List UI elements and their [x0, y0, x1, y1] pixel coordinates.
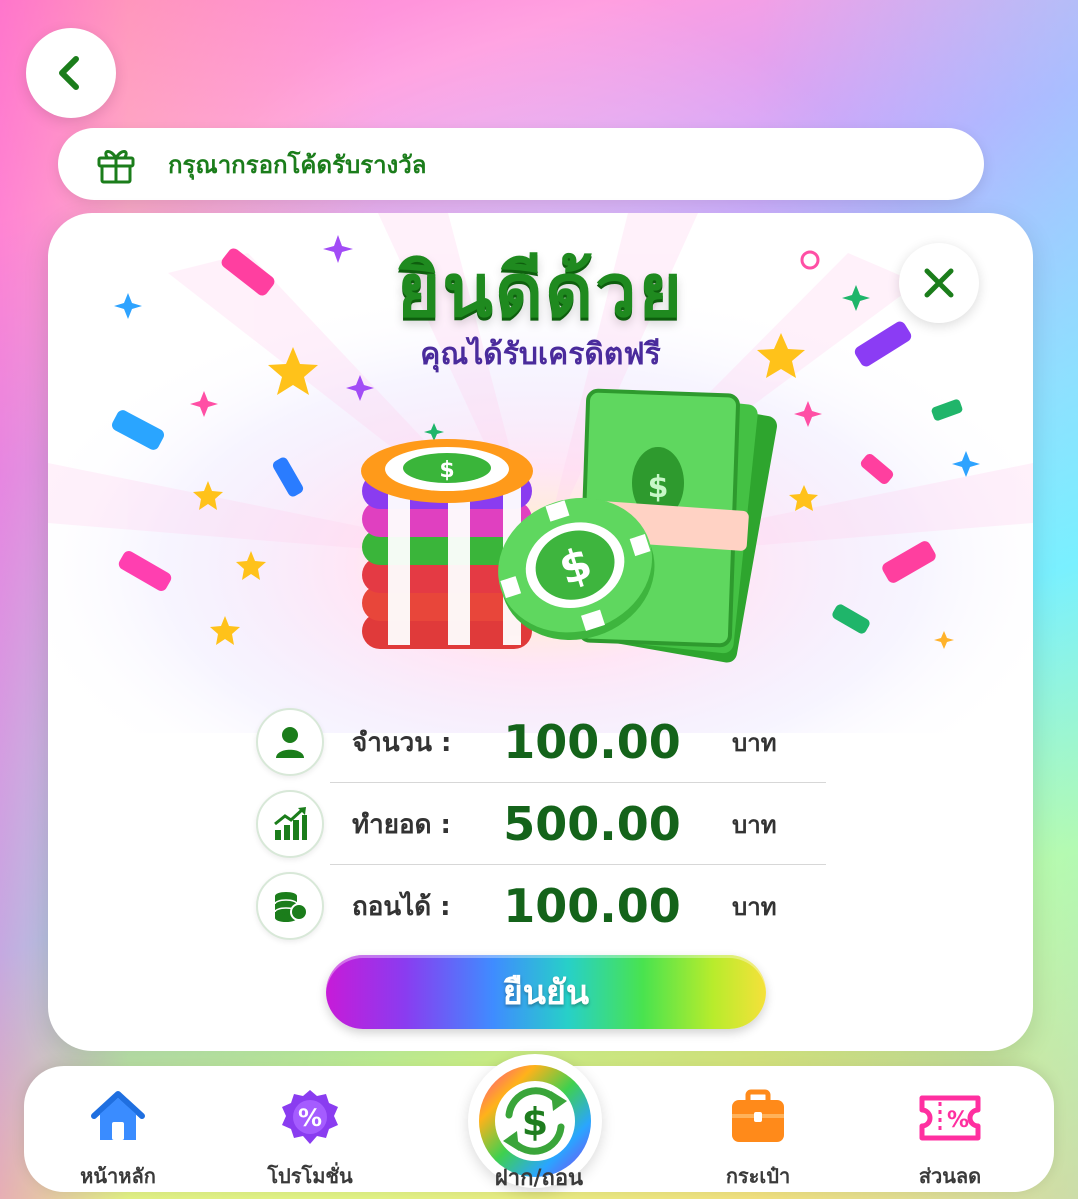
reward-row-value: 100.00	[503, 879, 681, 933]
reward-row-label: จำนวน :	[352, 727, 452, 758]
svg-text:%: %	[947, 1108, 969, 1133]
reward-row-label: ทำยอด :	[352, 809, 451, 840]
close-button[interactable]	[899, 243, 979, 323]
gift-icon	[97, 150, 135, 184]
promotion-badge-icon: %	[282, 1090, 338, 1144]
reward-row-withdrawable: ถอนได้ : 100.00 บาท	[256, 865, 826, 947]
home-icon	[91, 1091, 145, 1140]
wallet-bag-icon	[732, 1089, 784, 1142]
promo-code-placeholder: กรุณากรอกโค้ดรับรางวัล	[168, 150, 427, 179]
reward-row-unit: บาท	[732, 728, 777, 757]
chevron-left-icon	[59, 56, 79, 90]
nav-item-discount[interactable]: % ส่วนลด	[880, 1086, 1020, 1192]
chart-growth-icon	[256, 790, 324, 858]
nav-item-wallet[interactable]: กระเป๋า	[688, 1086, 828, 1192]
reward-row-value: 100.00	[503, 715, 681, 769]
nav-item-home[interactable]: หน้าหลัก	[48, 1086, 188, 1192]
reward-row-unit: บาท	[732, 892, 777, 921]
user-icon	[256, 708, 324, 776]
close-icon	[924, 268, 954, 298]
nav-item-label: ฝาก/ถอน	[494, 1166, 584, 1191]
dialog-subtitle: คุณได้รับเครดิตฟรี	[420, 337, 661, 372]
coins-stack-icon	[256, 872, 324, 940]
svg-text:%: %	[298, 1104, 322, 1132]
reward-row-label: ถอนได้ :	[352, 891, 451, 922]
reward-row-amount: จำนวน : 100.00 บาท	[256, 701, 826, 783]
reward-row-value: 500.00	[503, 797, 681, 851]
discount-ticket-icon: %	[919, 1095, 981, 1141]
reward-row-unit: บาท	[732, 810, 777, 839]
nav-item-label: หน้าหลัก	[80, 1164, 156, 1188]
back-button[interactable]	[26, 28, 116, 118]
reward-row-turnover: ทำยอด : 500.00 บาท	[256, 783, 826, 865]
reward-details: จำนวน : 100.00 บาท ทำยอด : 500.00 บาท ถอ…	[256, 701, 826, 947]
svg-text:$: $	[439, 458, 454, 483]
svg-text:$: $	[522, 1100, 548, 1144]
nav-item-label: โปรโมชั่น	[267, 1164, 353, 1188]
nav-item-label: กระเป๋า	[725, 1164, 791, 1188]
bottom-nav: หน้าหลัก % โปรโมชั่น $ ฝาก/ถอน กระเป๋า %…	[24, 1054, 1054, 1192]
nav-item-label: ส่วนลด	[918, 1164, 982, 1188]
confirm-button[interactable]: ยืนยัน	[326, 955, 766, 1029]
nav-item-promotion[interactable]: % โปรโมชั่น	[240, 1086, 380, 1192]
svg-text:$: $	[648, 470, 669, 505]
promo-code-input[interactable]: กรุณากรอกโค้ดรับรางวัล	[58, 128, 984, 200]
reward-dialog: $ $ $ ยินดีด้วย คุณได้รับเครดิตฟรี จำนวน…	[48, 213, 1033, 1051]
